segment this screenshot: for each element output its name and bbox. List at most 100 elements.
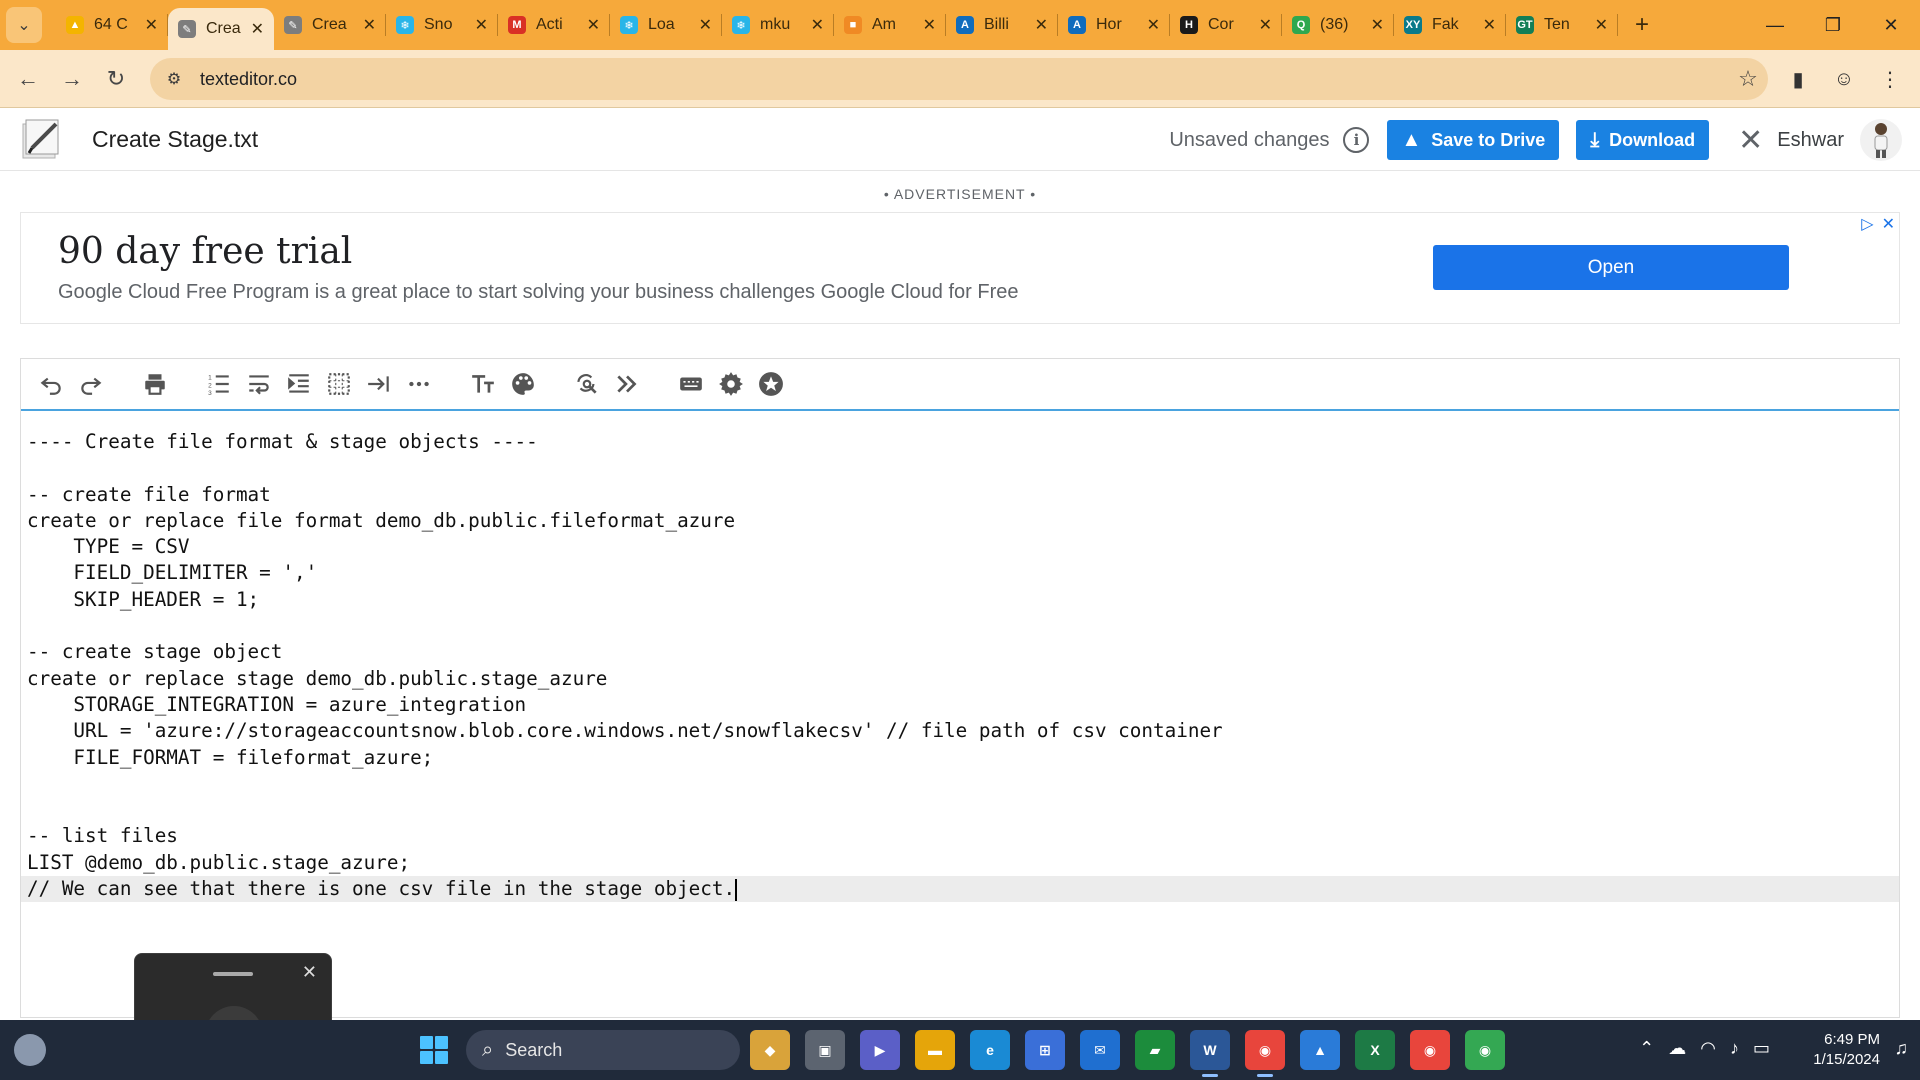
favorite-star-icon[interactable] — [751, 364, 791, 404]
save-to-drive-button[interactable]: ▲ Save to Drive — [1387, 120, 1560, 160]
site-info-icon[interactable]: ⚙ — [154, 69, 194, 89]
font-size-icon[interactable] — [463, 364, 503, 404]
weather-widget-icon[interactable] — [14, 1034, 46, 1066]
word-icon[interactable]: W — [1190, 1030, 1230, 1077]
code-line[interactable] — [21, 771, 1899, 797]
task-view-icon[interactable]: ▣ — [805, 1030, 845, 1070]
tab-close-icon[interactable]: ✕ — [1371, 15, 1384, 35]
avatar[interactable] — [1860, 119, 1902, 161]
mail-icon[interactable]: ✉ — [1080, 1030, 1120, 1070]
tab-close-icon[interactable]: ✕ — [923, 15, 936, 35]
code-line[interactable]: -- create stage object — [21, 639, 1899, 665]
start-button[interactable] — [420, 1036, 448, 1064]
browser-tab[interactable]: ✎ Crea ✕ — [168, 8, 274, 50]
ad-title[interactable]: 90 day free trial — [58, 231, 352, 272]
theme-palette-icon[interactable] — [503, 364, 543, 404]
browser-menu-icon[interactable]: ⋮ — [1870, 58, 1910, 100]
browser-tab[interactable]: A Billi ✕ — [946, 0, 1058, 50]
code-line[interactable] — [21, 797, 1899, 823]
user-name[interactable]: Eshwar — [1777, 129, 1844, 152]
download-button[interactable]: ⤓ Download — [1576, 120, 1710, 160]
taskbar-search[interactable]: ⌕ Search — [466, 1030, 740, 1070]
undo-icon[interactable] — [31, 364, 71, 404]
code-line[interactable]: SKIP_HEADER = 1; — [21, 587, 1899, 613]
battery-icon[interactable]: ▭ — [1753, 1038, 1770, 1059]
browser-tab[interactable]: A Hor ✕ — [1058, 0, 1170, 50]
store-icon[interactable]: ⊞ — [1025, 1030, 1065, 1070]
new-tab-button[interactable]: + — [1624, 7, 1660, 43]
messages-icon[interactable]: ▰ — [1135, 1030, 1175, 1070]
tab-close-icon[interactable]: ✕ — [811, 15, 824, 35]
code-line[interactable]: URL = 'azure://storageaccountsnow.blob.c… — [21, 718, 1899, 744]
settings-gear-icon[interactable] — [711, 364, 751, 404]
close-window-button[interactable]: ✕ — [1862, 0, 1920, 50]
ad-open-button[interactable]: Open — [1433, 245, 1789, 290]
browser-tab[interactable]: Q (36) ✕ — [1282, 0, 1394, 50]
code-line[interactable]: LIST @demo_db.public.stage_azure; — [21, 850, 1899, 876]
code-line[interactable]: create or replace stage demo_db.public.s… — [21, 666, 1899, 692]
code-line[interactable]: TYPE = CSV — [21, 534, 1899, 560]
find-replace-icon[interactable] — [567, 364, 607, 404]
profile-icon[interactable]: ☺ — [1824, 58, 1864, 100]
code-area[interactable]: ---- Create file format & stage objects … — [21, 413, 1899, 903]
ad-close-icon[interactable]: ✕ — [1882, 214, 1895, 234]
code-line[interactable]: -- create file format — [21, 482, 1899, 508]
code-line[interactable]: create or replace file format demo_db.pu… — [21, 508, 1899, 534]
line-numbers-icon[interactable]: 123 — [199, 364, 239, 404]
clock[interactable]: 6:49 PM 1/15/2024 — [1813, 1030, 1880, 1070]
chevron-up-icon[interactable]: ⌃ — [1639, 1038, 1654, 1059]
tab-close-icon[interactable]: ✕ — [587, 15, 600, 35]
back-button[interactable]: ← — [6, 57, 50, 101]
excel-icon[interactable]: X — [1355, 1030, 1395, 1070]
tab-close-icon[interactable]: ✕ — [1259, 15, 1272, 35]
browser-tab[interactable]: ■ Am ✕ — [834, 0, 946, 50]
forward-button[interactable]: → — [50, 57, 94, 101]
code-line[interactable] — [21, 613, 1899, 639]
browser-tab[interactable]: ❄ mku ✕ — [722, 0, 834, 50]
address-bar[interactable]: ⚙ texteditor.co ☆ — [150, 58, 1768, 100]
expand-icon[interactable] — [607, 364, 647, 404]
tab-close-icon[interactable]: ✕ — [1035, 15, 1048, 35]
code-line[interactable]: // We can see that there is one csv file… — [21, 876, 1899, 903]
info-icon[interactable]: i — [1343, 127, 1370, 153]
browser-tab[interactable]: H Cor ✕ — [1170, 0, 1282, 50]
browser-tab[interactable]: ▲ 64 C ✕ — [56, 0, 168, 50]
teams-chat-icon[interactable]: ▶ — [860, 1030, 900, 1070]
tab-to-end-icon[interactable] — [359, 364, 399, 404]
file-name[interactable]: Create Stage.txt — [92, 126, 258, 153]
chrome-profile-2-icon[interactable]: ◉ — [1465, 1030, 1505, 1070]
more-options-icon[interactable] — [399, 364, 439, 404]
drag-handle[interactable] — [213, 972, 253, 976]
maximize-button[interactable]: ❐ — [1804, 0, 1862, 50]
tab-close-icon[interactable]: ✕ — [1147, 15, 1160, 35]
keyboard-icon[interactable] — [671, 364, 711, 404]
close-icon[interactable]: ✕ — [1738, 123, 1763, 158]
tab-close-icon[interactable]: ✕ — [475, 15, 488, 35]
word-wrap-icon[interactable] — [239, 364, 279, 404]
browser-tab[interactable]: GT Ten ✕ — [1506, 0, 1618, 50]
browser-tab[interactable]: M Acti ✕ — [498, 0, 610, 50]
ad-choices-icon[interactable]: ▷ — [1861, 214, 1873, 234]
browser-tab[interactable]: ❄ Loa ✕ — [610, 0, 722, 50]
tab-search-button[interactable]: ⌄ — [6, 7, 42, 43]
code-line[interactable]: STORAGE_INTEGRATION = azure_integration — [21, 692, 1899, 718]
tab-close-icon[interactable]: ✕ — [145, 15, 158, 35]
code-line[interactable]: -- list files — [21, 823, 1899, 849]
print-icon[interactable] — [135, 364, 175, 404]
reload-button[interactable]: ↻ — [94, 57, 138, 101]
ad-banner[interactable]: 90 day free trial Google Cloud Free Prog… — [20, 212, 1900, 324]
code-line[interactable] — [21, 455, 1899, 481]
browser-tab[interactable]: XY Fak ✕ — [1394, 0, 1506, 50]
code-line[interactable]: FILE_FORMAT = fileformat_azure; — [21, 745, 1899, 771]
notification-bell-icon[interactable]: ♫ — [1895, 1038, 1909, 1059]
tab-close-icon[interactable]: ✕ — [251, 19, 264, 39]
ad-description[interactable]: Google Cloud Free Program is a great pla… — [58, 281, 1019, 304]
tab-close-icon[interactable]: ✕ — [1595, 15, 1608, 35]
browser-tab[interactable]: ✎ Crea ✕ — [274, 0, 386, 50]
code-line[interactable]: FIELD_DELIMITER = ',' — [21, 560, 1899, 586]
minimize-button[interactable]: — — [1746, 0, 1804, 50]
url-text[interactable]: texteditor.co — [200, 69, 1728, 90]
browser-tab[interactable]: ❄ Sno ✕ — [386, 0, 498, 50]
tab-close-icon[interactable]: ✕ — [1483, 15, 1496, 35]
photos-icon[interactable]: ▲ — [1300, 1030, 1340, 1070]
